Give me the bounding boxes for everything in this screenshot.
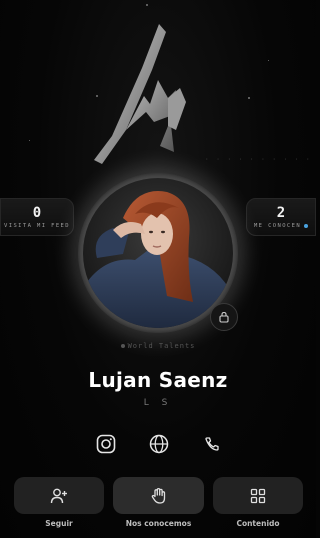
stat-visit-feed-value: 0: [32, 205, 42, 221]
profile-initials: L S: [143, 398, 173, 408]
status-dot-icon: [304, 224, 309, 228]
background-star: [268, 60, 269, 61]
profile-screen: · · · · · · · · · · 0 VISITA MI FEED 2 M…: [0, 0, 316, 538]
logo-subtitle: · · · · · · · · · ·: [205, 156, 312, 163]
stat-visit-feed-label: VISITA MI FEED: [4, 223, 70, 229]
background-star: [146, 4, 148, 6]
stat-visit-feed[interactable]: 0 VISITA MI FEED: [0, 198, 74, 236]
follow-label: Seguir: [45, 519, 73, 528]
meet-label: Nos conocemos: [125, 519, 192, 528]
profile-name: Lujan Saenz: [88, 368, 228, 392]
instagram-button[interactable]: [94, 432, 118, 456]
brand-logo: [94, 24, 186, 164]
background-star: [248, 97, 250, 99]
content-button[interactable]: [213, 477, 303, 514]
content-label: Contenido: [236, 519, 280, 528]
phone-icon: [205, 437, 219, 451]
follow-button[interactable]: [14, 477, 104, 514]
stat-know-me[interactable]: 2 ME CONOCEN: [246, 198, 316, 236]
hand-icon: [151, 487, 165, 504]
lock-button[interactable]: [210, 303, 238, 331]
globe-icon: [149, 434, 169, 454]
stat-know-me-label: ME CONOCEN: [254, 223, 309, 229]
grid-icon: [250, 488, 266, 503]
instagram-icon: [96, 434, 116, 454]
stat-know-me-value: 2: [276, 205, 286, 221]
background-star: [29, 140, 30, 141]
phone-button[interactable]: [200, 432, 224, 456]
add-user-icon: [50, 488, 67, 503]
lock-icon: [219, 311, 229, 323]
website-button[interactable]: [147, 432, 171, 456]
avatar[interactable]: [83, 178, 233, 328]
avatar-photo: [83, 178, 233, 328]
tag-dot-icon: [120, 344, 125, 348]
meet-button[interactable]: [113, 477, 204, 514]
talent-tag: World Talents: [0, 342, 316, 350]
